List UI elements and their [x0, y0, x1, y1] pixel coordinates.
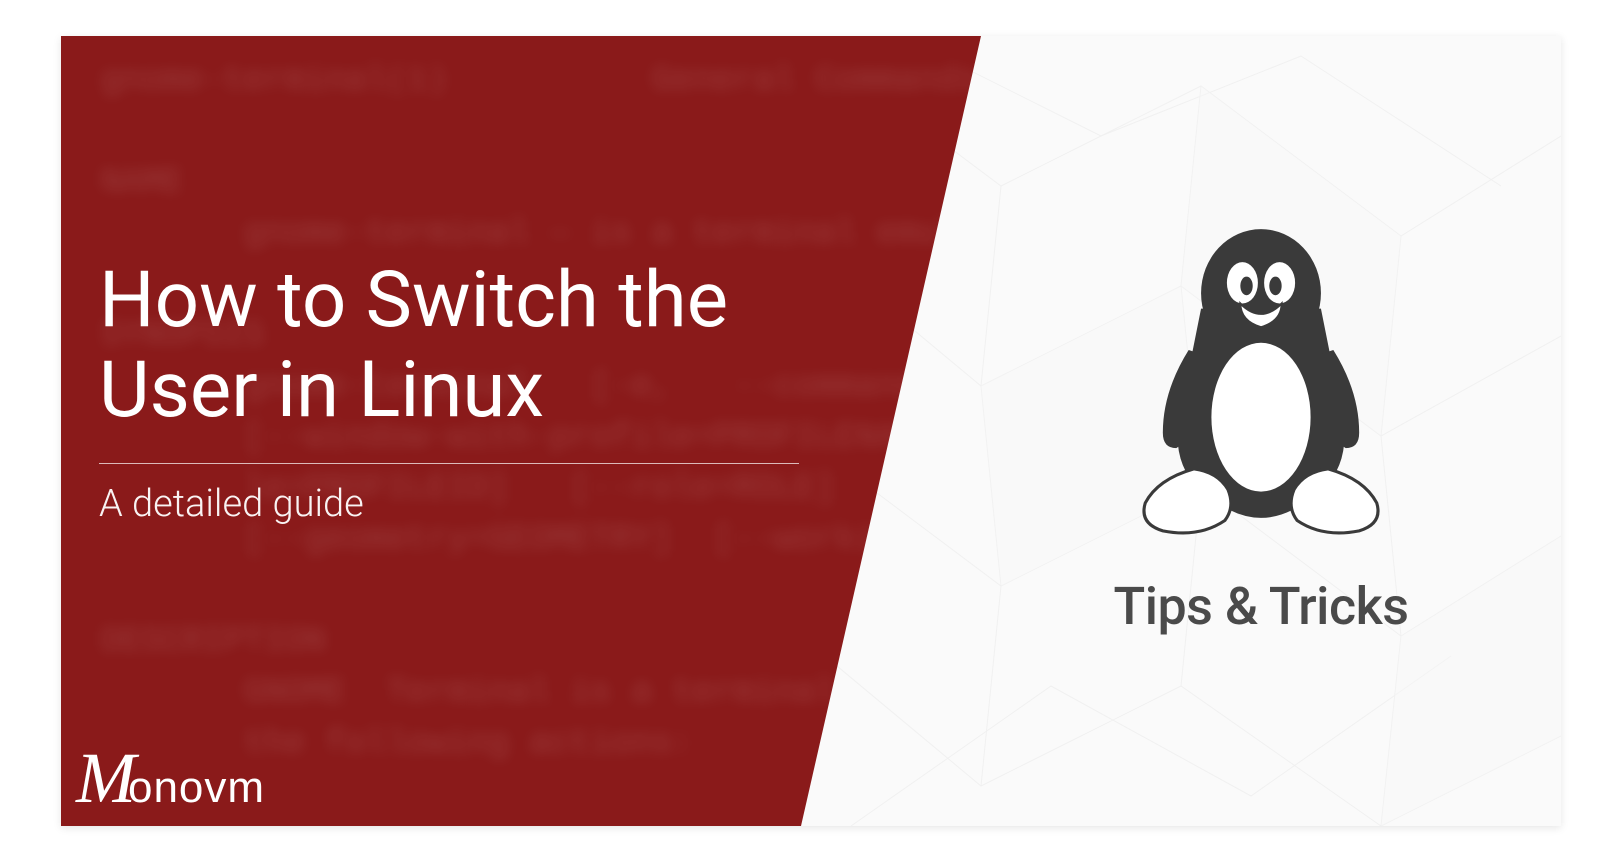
subtitle: A detailed guide [99, 482, 859, 526]
promo-banner: gnome-terminal(1) General Commands Manua… [61, 36, 1561, 826]
right-content: Tips & Tricks [961, 36, 1561, 826]
main-title: How to Switch the User in Linux [99, 256, 859, 435]
logo-letter: M [76, 737, 134, 820]
logo-text: onovm [128, 763, 265, 813]
title-divider [99, 463, 799, 464]
title-block: How to Switch the User in Linux A detail… [99, 256, 859, 526]
brand-logo: M onovm [76, 737, 265, 820]
tagline: Tips & Tricks [1114, 576, 1409, 637]
linux-tux-icon [1126, 226, 1396, 540]
